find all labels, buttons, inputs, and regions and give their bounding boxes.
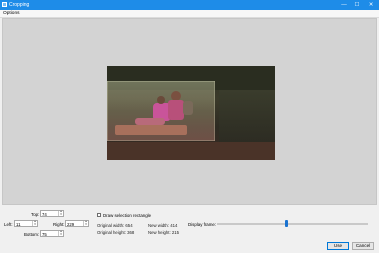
spin-arrows-icon[interactable]: ▲ ▼ — [58, 230, 63, 236]
scene-floor — [107, 142, 275, 160]
person-legs — [135, 118, 165, 125]
top-spinbox[interactable]: 74 ▲ ▼ — [40, 210, 64, 217]
minimize-button[interactable]: — — [337, 0, 351, 10]
bottom-spinbox[interactable]: 75 ▲ ▼ — [40, 230, 64, 237]
menu-bar: Options — [0, 10, 379, 18]
right-label: Right: — [53, 222, 65, 227]
cancel-button[interactable]: Cancel — [352, 242, 374, 250]
new-width-text: New width: 414 — [148, 223, 178, 228]
maximize-button[interactable]: ☐ — [350, 0, 364, 10]
yoga-mat — [115, 125, 187, 135]
bottom-label: Bottom: — [24, 232, 40, 237]
spin-arrows-icon[interactable]: ▲ ▼ — [83, 220, 88, 226]
crop-selection-rectangle[interactable] — [107, 81, 215, 141]
menu-options[interactable]: Options — [3, 11, 20, 16]
minimize-icon: — — [341, 2, 347, 8]
spin-arrows-icon[interactable]: ▲ ▼ — [58, 210, 63, 216]
person-figure — [183, 101, 193, 115]
spin-arrows-icon[interactable]: ▲ ▼ — [32, 220, 37, 226]
right-value: 229 — [67, 221, 75, 227]
window-title: Cropping — [9, 2, 30, 8]
person-figure — [168, 100, 184, 120]
display-frame-label: Display frame: — [188, 222, 217, 227]
bottom-value: 75 — [42, 231, 47, 237]
close-icon: ✕ — [368, 2, 374, 8]
draw-selection-checkbox[interactable] — [97, 213, 101, 217]
display-frame-slider-thumb[interactable] — [285, 220, 288, 227]
use-button[interactable]: Use — [327, 242, 349, 250]
top-label: Top: — [31, 212, 40, 217]
scene-right-wall — [219, 90, 275, 145]
maximize-icon: ☐ — [354, 2, 360, 8]
left-value: 11 — [16, 221, 21, 227]
right-spinbox[interactable]: 229 ▲ ▼ — [65, 220, 89, 227]
draw-selection-label[interactable]: Draw selection rectangle — [103, 213, 151, 218]
left-spinbox[interactable]: 11 ▲ ▼ — [14, 220, 38, 227]
preview-area — [2, 18, 377, 205]
original-width-text: Original width: 654 — [97, 223, 133, 228]
left-label: Left: — [4, 222, 13, 227]
display-frame-slider-track[interactable] — [217, 223, 368, 225]
title-bar: Cropping — ☐ ✕ — [0, 0, 379, 10]
close-button[interactable]: ✕ — [364, 0, 378, 10]
new-height-text: New height: 215 — [148, 230, 180, 235]
app-icon — [2, 2, 7, 7]
top-value: 74 — [42, 211, 47, 217]
original-height-text: Original height: 368 — [97, 230, 135, 235]
video-frame — [107, 66, 275, 160]
person-head — [157, 96, 165, 104]
